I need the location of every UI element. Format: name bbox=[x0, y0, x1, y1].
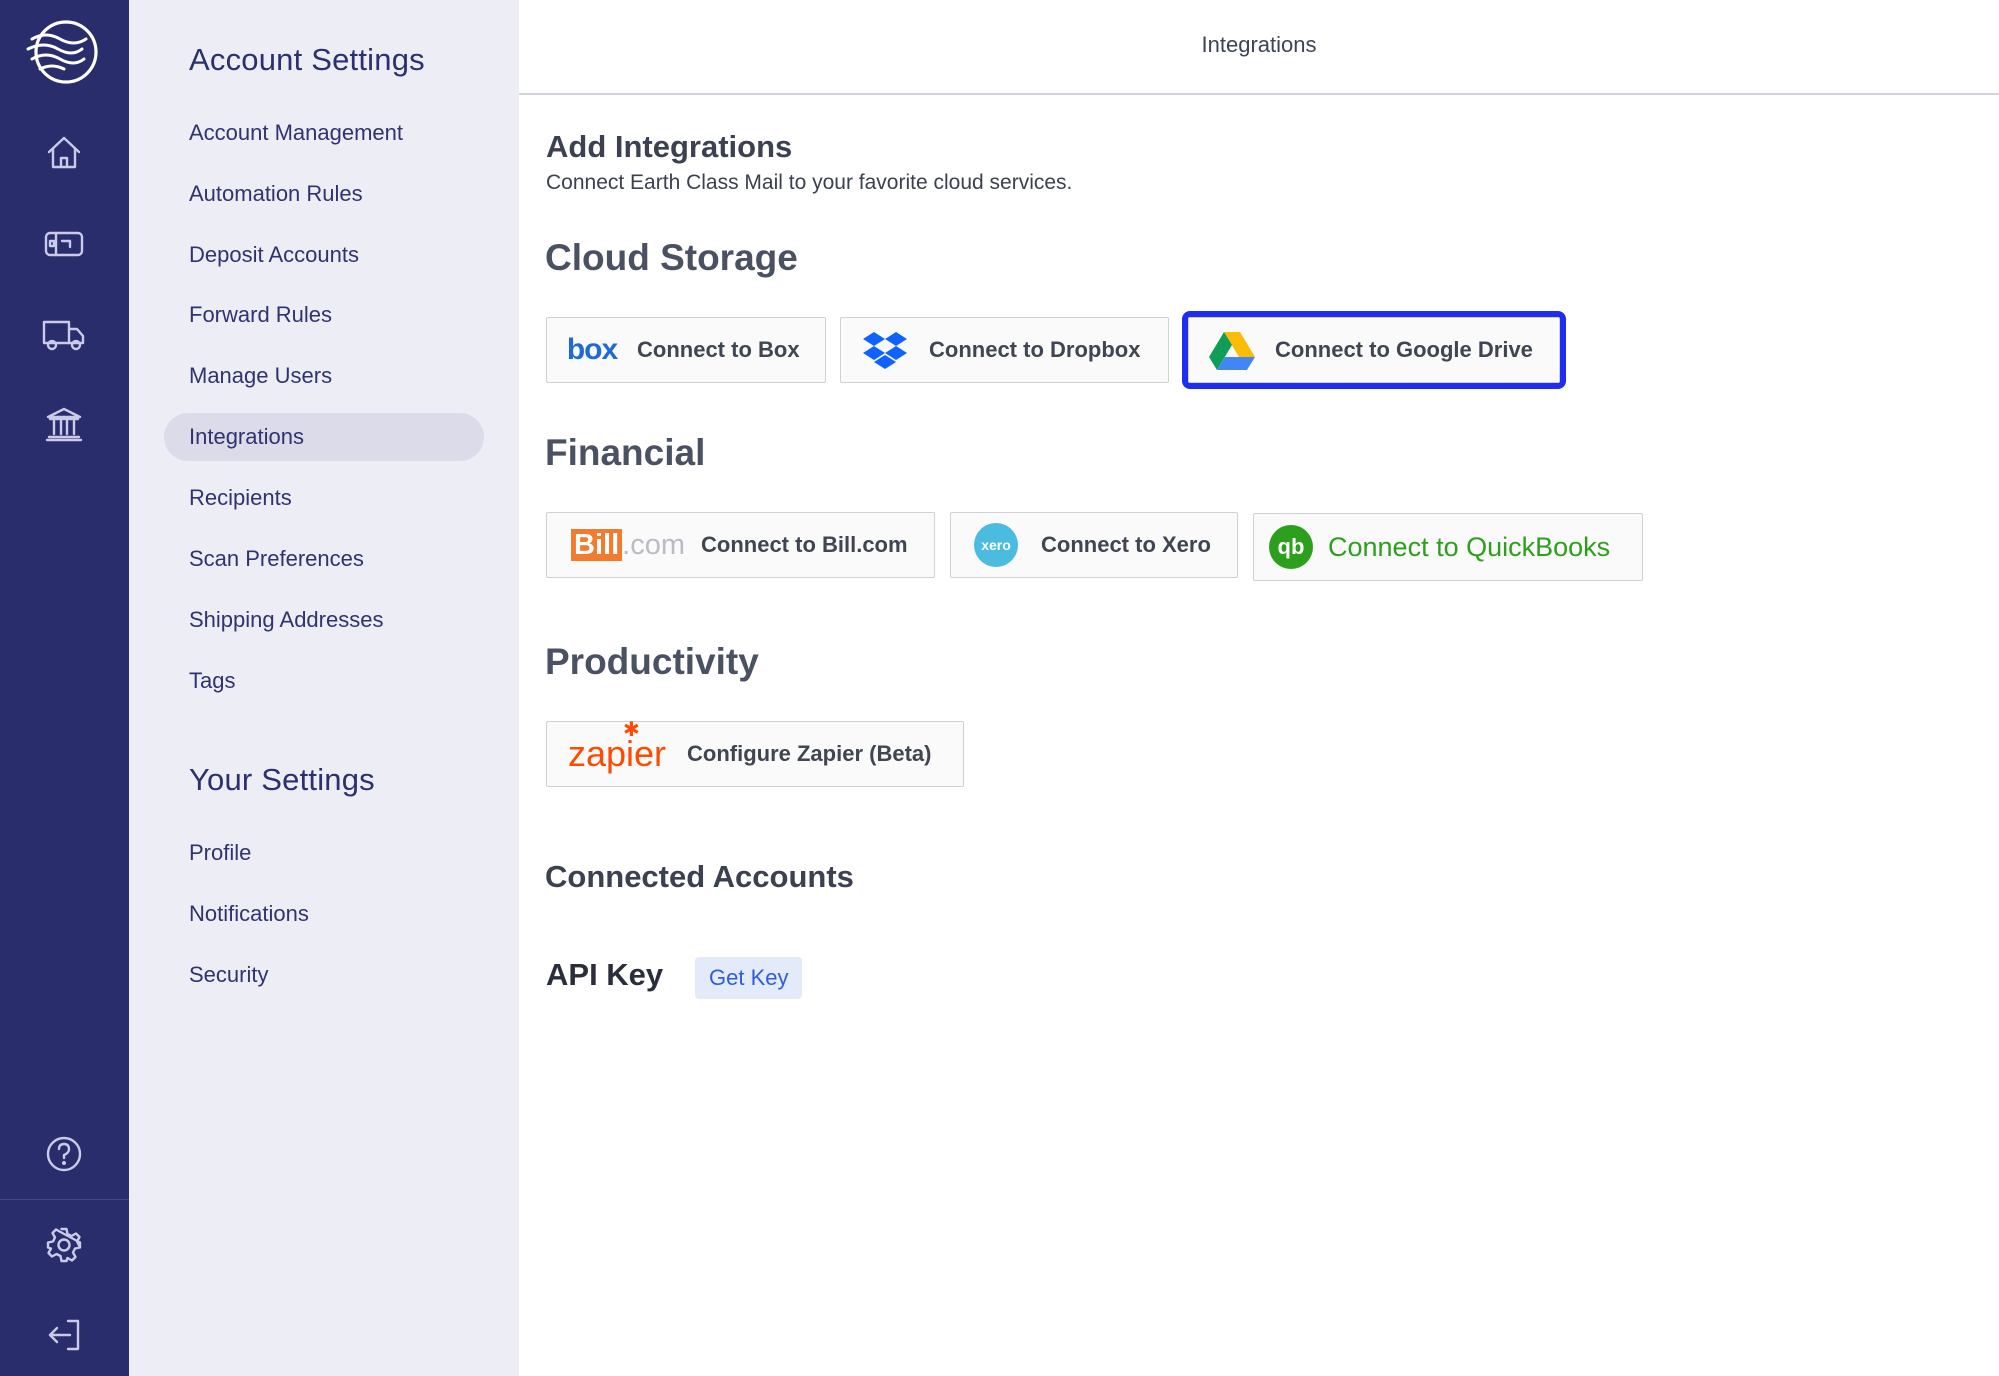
icon-rail bbox=[0, 0, 129, 1376]
connect-xero-label: Connect to Xero bbox=[1041, 532, 1211, 557]
your-settings-heading: Your Settings bbox=[189, 762, 375, 797]
rail-divider bbox=[0, 1199, 129, 1200]
sidebar-item-notifications[interactable]: Notifications bbox=[164, 890, 484, 938]
page-title: Integrations bbox=[1201, 32, 1317, 57]
configure-zapier-label: Configure Zapier (Beta) bbox=[687, 741, 932, 766]
financial-heading: Financial bbox=[545, 432, 706, 473]
xero-logo-icon: xero bbox=[974, 523, 1018, 567]
google-drive-icon bbox=[1189, 330, 1275, 370]
sidebar-item-tags[interactable]: Tags bbox=[164, 657, 484, 705]
connect-dropbox-label: Connect to Dropbox bbox=[929, 337, 1141, 362]
gear-icon[interactable] bbox=[40, 1221, 88, 1269]
connect-dropbox-button[interactable]: Connect to Dropbox bbox=[840, 317, 1169, 383]
connect-billcom-button[interactable]: Bill .com Connect to Bill.com bbox=[546, 512, 935, 578]
box-logo-icon: box bbox=[566, 333, 618, 366]
settings-sidebar: Account Settings Account Management Auto… bbox=[129, 0, 519, 1376]
help-icon[interactable] bbox=[40, 1130, 88, 1178]
mailbox-icon[interactable] bbox=[40, 219, 88, 267]
sidebar-item-account-management[interactable]: Account Management bbox=[164, 109, 484, 157]
connect-google-drive-button[interactable]: Connect to Google Drive bbox=[1182, 311, 1566, 389]
add-integrations-subtitle: Connect Earth Class Mail to your favorit… bbox=[546, 171, 1073, 194]
connect-quickbooks-label: Connect to QuickBooks bbox=[1328, 531, 1611, 562]
connected-accounts-heading: Connected Accounts bbox=[545, 859, 854, 894]
sidebar-item-shipping-addresses[interactable]: Shipping Addresses bbox=[164, 596, 484, 644]
sidebar-item-recipients[interactable]: Recipients bbox=[164, 474, 484, 522]
dropbox-icon bbox=[841, 330, 929, 370]
configure-zapier-button[interactable]: zapier ✱ Configure Zapier (Beta) bbox=[546, 719, 964, 787]
sidebar-item-automation-rules[interactable]: Automation Rules bbox=[164, 170, 484, 218]
connect-xero-button[interactable]: xero Connect to Xero bbox=[950, 512, 1238, 578]
sidebar-item-deposit-accounts[interactable]: Deposit Accounts bbox=[164, 231, 484, 279]
logout-icon[interactable] bbox=[40, 1311, 88, 1359]
productivity-heading: Productivity bbox=[545, 641, 759, 682]
connect-google-drive-label: Connect to Google Drive bbox=[1275, 337, 1533, 362]
sidebar-item-integrations[interactable]: Integrations bbox=[164, 413, 484, 461]
home-icon[interactable] bbox=[40, 129, 88, 177]
connect-box-button[interactable]: box Connect to Box bbox=[546, 317, 826, 383]
account-settings-heading: Account Settings bbox=[189, 42, 425, 77]
get-key-button[interactable]: Get Key bbox=[695, 957, 803, 999]
add-integrations-heading: Add Integrations bbox=[546, 129, 793, 164]
sidebar-item-profile[interactable]: Profile bbox=[164, 829, 484, 877]
integrations-panel: Add Integrations Connect Earth Class Mai… bbox=[519, 95, 1999, 1376]
cloud-storage-heading: Cloud Storage bbox=[545, 237, 798, 278]
top-bar: Integrations bbox=[519, 0, 1999, 95]
api-key-label: API Key bbox=[546, 957, 664, 992]
truck-icon[interactable] bbox=[40, 310, 88, 358]
sidebar-item-manage-users[interactable]: Manage Users bbox=[164, 352, 484, 400]
quickbooks-logo-icon: qb bbox=[1269, 525, 1313, 569]
logo-icon[interactable] bbox=[24, 17, 104, 87]
connect-box-label: Connect to Box bbox=[637, 337, 800, 362]
connect-billcom-label: Connect to Bill.com bbox=[701, 532, 908, 557]
connect-quickbooks-button[interactable]: qb Connect to QuickBooks bbox=[1253, 513, 1643, 581]
sidebar-item-security[interactable]: Security bbox=[164, 951, 484, 999]
zapier-logo-icon: zapier ✱ bbox=[567, 719, 667, 774]
sidebar-item-forward-rules[interactable]: Forward Rules bbox=[164, 291, 484, 339]
bank-icon[interactable] bbox=[40, 400, 88, 448]
billcom-logo-icon: Bill .com bbox=[547, 529, 701, 562]
sidebar-item-scan-preferences[interactable]: Scan Preferences bbox=[164, 535, 484, 583]
